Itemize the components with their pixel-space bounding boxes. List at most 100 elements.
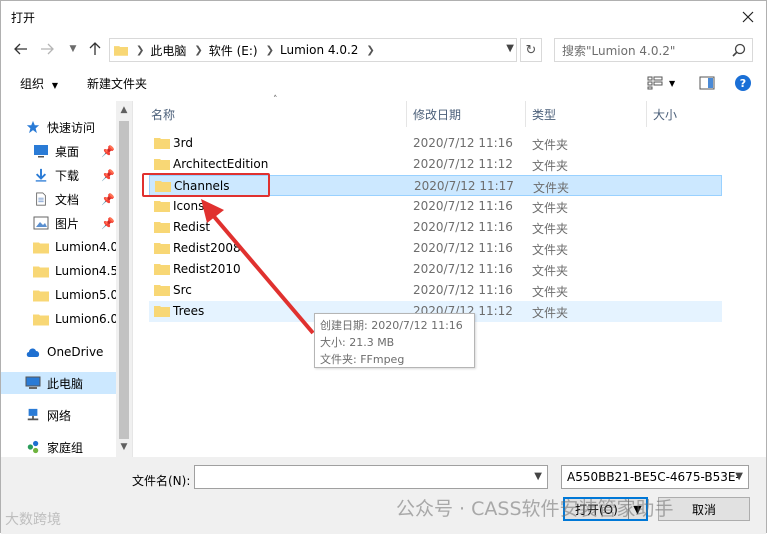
search-icon <box>732 43 746 57</box>
file-name: 3rd <box>173 136 193 150</box>
close-button[interactable] <box>736 5 760 29</box>
breadcrumb-lumion[interactable]: Lumion 4.0.2 <box>280 43 358 57</box>
file-type: 文件夹 <box>532 285 569 299</box>
sidebar-item-downloads[interactable]: 下载 📌 <box>1 164 116 186</box>
annotation-highlight-box <box>142 173 270 197</box>
sidebar-label: 网络 <box>47 408 72 423</box>
new-folder-button[interactable]: 新建文件夹 <box>87 75 147 92</box>
change-view-button[interactable] <box>647 76 663 93</box>
sidebar-scroll-thumb[interactable] <box>119 121 129 439</box>
column-divider[interactable] <box>406 101 407 127</box>
filename-input[interactable]: ▼ <box>194 465 548 489</box>
file-type: 文件夹 <box>533 181 570 195</box>
sidebar-label: Lumion5.0 <box>55 288 119 302</box>
folder-icon <box>33 242 49 254</box>
search-box[interactable]: 搜索"Lumion 4.0.2" <box>554 38 753 62</box>
address-bar[interactable]: ❯ 此电脑 ❯ 软件 (E:) ❯ Lumion 4.0.2 ❯ ▼ <box>109 38 517 62</box>
file-type: 文件夹 <box>532 138 569 152</box>
sidebar-item-homegroup[interactable]: 家庭组 <box>1 436 116 458</box>
filename-label: 文件名(N): <box>132 474 191 488</box>
file-row-3rd[interactable]: 3rd 2020/7/12 11:16 文件夹 <box>149 133 722 154</box>
cloud-icon <box>26 348 40 357</box>
folder-icon <box>154 285 170 296</box>
sidebar-item-this-pc[interactable]: 此电脑 <box>1 372 116 394</box>
file-name: Redist2008 <box>173 241 241 255</box>
scroll-down-arrow-icon[interactable]: ▼ <box>117 440 131 454</box>
sidebar-label: Lumion4.5 <box>55 264 119 278</box>
view-options-dropdown[interactable]: ▼ <box>669 79 675 88</box>
file-row-redist2008[interactable]: Redist2008 2020/7/12 11:16 文件夹 <box>149 238 722 259</box>
file-type: 文件夹 <box>532 201 569 215</box>
download-icon <box>35 168 47 182</box>
file-modified: 2020/7/12 11:16 <box>413 241 513 255</box>
search-placeholder: 搜索"Lumion 4.0.2" <box>562 43 676 58</box>
column-header-type[interactable]: 类型 <box>532 101 556 127</box>
tooltip-size: 大小: 21.3 MB <box>320 336 395 349</box>
file-type: 文件夹 <box>532 222 569 236</box>
sidebar-item-lumion40[interactable]: Lumion4.0 <box>1 236 118 258</box>
scroll-up-arrow-icon[interactable]: ▲ <box>117 103 131 117</box>
file-modified: 2020/7/12 11:16 <box>413 136 513 150</box>
file-list: ˄ 名称 修改日期 类型 大小 3rd 2020/7/12 11:16 文件夹 … <box>135 95 766 457</box>
recent-locations-button[interactable]: ▼ <box>63 39 83 59</box>
file-name: Src <box>173 283 192 297</box>
forward-button[interactable] <box>37 39 57 59</box>
sidebar-label: OneDrive <box>47 345 104 359</box>
refresh-button[interactable]: ↻ <box>520 38 542 62</box>
chevron-down-icon[interactable]: ▼ <box>534 471 542 482</box>
computer-icon <box>25 376 41 389</box>
pin-icon: 📌 <box>101 144 115 158</box>
star-icon <box>26 120 40 134</box>
file-row-architectedition[interactable]: ArchitectEdition 2020/7/12 11:12 文件夹 <box>149 154 722 175</box>
address-dropdown-icon[interactable]: ▼ <box>506 43 514 54</box>
sidebar-item-quick-access[interactable]: 快速访问 <box>1 116 116 138</box>
chevron-down-icon: ▼ <box>69 44 77 54</box>
column-header-name[interactable]: 名称 <box>151 101 175 127</box>
file-name: ArchitectEdition <box>173 157 269 171</box>
chevron-right-icon: ❯ <box>194 44 203 56</box>
sidebar-item-lumion45[interactable]: Lumion4.5 <box>1 260 119 282</box>
folder-icon <box>33 266 49 278</box>
details-view-icon <box>647 76 663 90</box>
breadcrumb-drive-e[interactable]: 软件 (E:) <box>209 42 258 59</box>
chevron-down-icon: ▼ <box>669 79 676 88</box>
sidebar-item-documents[interactable]: 文档 📌 <box>1 188 116 210</box>
file-row-icons[interactable]: Icons 2020/7/12 11:16 文件夹 <box>149 196 722 217</box>
organize-menu[interactable]: 组织 ▼ <box>20 75 58 92</box>
chevron-down-icon: ▼ <box>735 471 743 482</box>
sort-indicator-icon: ˄ <box>273 95 278 105</box>
pictures-icon <box>33 216 49 230</box>
breadcrumb-this-pc[interactable]: 此电脑 <box>150 42 186 59</box>
sidebar-item-onedrive[interactable]: OneDrive <box>1 341 116 363</box>
back-button[interactable] <box>11 39 31 59</box>
preview-pane-button[interactable] <box>699 76 715 93</box>
folder-icon <box>154 159 170 170</box>
desktop-icon <box>34 145 48 158</box>
file-type-filter[interactable]: A550BB21-BE5C-4675-B53E- ▼ <box>561 465 749 489</box>
organize-label: 组织 <box>20 77 45 91</box>
column-header-size[interactable]: 大小 <box>653 101 677 127</box>
sidebar-item-pictures[interactable]: 图片 📌 <box>1 212 116 234</box>
sidebar-item-network[interactable]: 网络 <box>1 404 116 426</box>
up-button[interactable] <box>85 39 105 59</box>
column-divider[interactable] <box>525 101 526 127</box>
file-type: 文件夹 <box>532 159 569 173</box>
navigation-pane: 快速访问 桌面 📌 下载 📌 文档 📌 图片 📌 Lumion4.0 Lumio… <box>1 101 133 457</box>
help-icon[interactable]: ? <box>735 75 751 91</box>
column-divider[interactable] <box>646 101 647 127</box>
folder-icon <box>154 306 170 317</box>
tooltip-created: 创建日期: 2020/7/12 11:16 <box>320 319 463 332</box>
file-type: 文件夹 <box>532 243 569 257</box>
tooltip-folder: 文件夹: FFmpeg <box>320 353 405 366</box>
close-icon <box>742 11 754 23</box>
column-header-modified[interactable]: 修改日期 <box>413 101 461 127</box>
sidebar-item-lumion60[interactable]: Lumion6.0 <box>1 308 118 330</box>
file-row-redist[interactable]: Redist 2020/7/12 11:16 文件夹 <box>149 217 722 238</box>
file-row-redist2010[interactable]: Redist2010 2020/7/12 11:16 文件夹 <box>149 259 722 280</box>
refresh-icon: ↻ <box>525 42 537 58</box>
sidebar-item-desktop[interactable]: 桌面 📌 <box>1 140 116 162</box>
sidebar-item-lumion50[interactable]: Lumion5.0 <box>1 284 119 306</box>
folder-icon <box>154 243 170 254</box>
file-row-src[interactable]: Src 2020/7/12 11:16 文件夹 <box>149 280 722 301</box>
pin-icon: 📌 <box>101 216 115 230</box>
